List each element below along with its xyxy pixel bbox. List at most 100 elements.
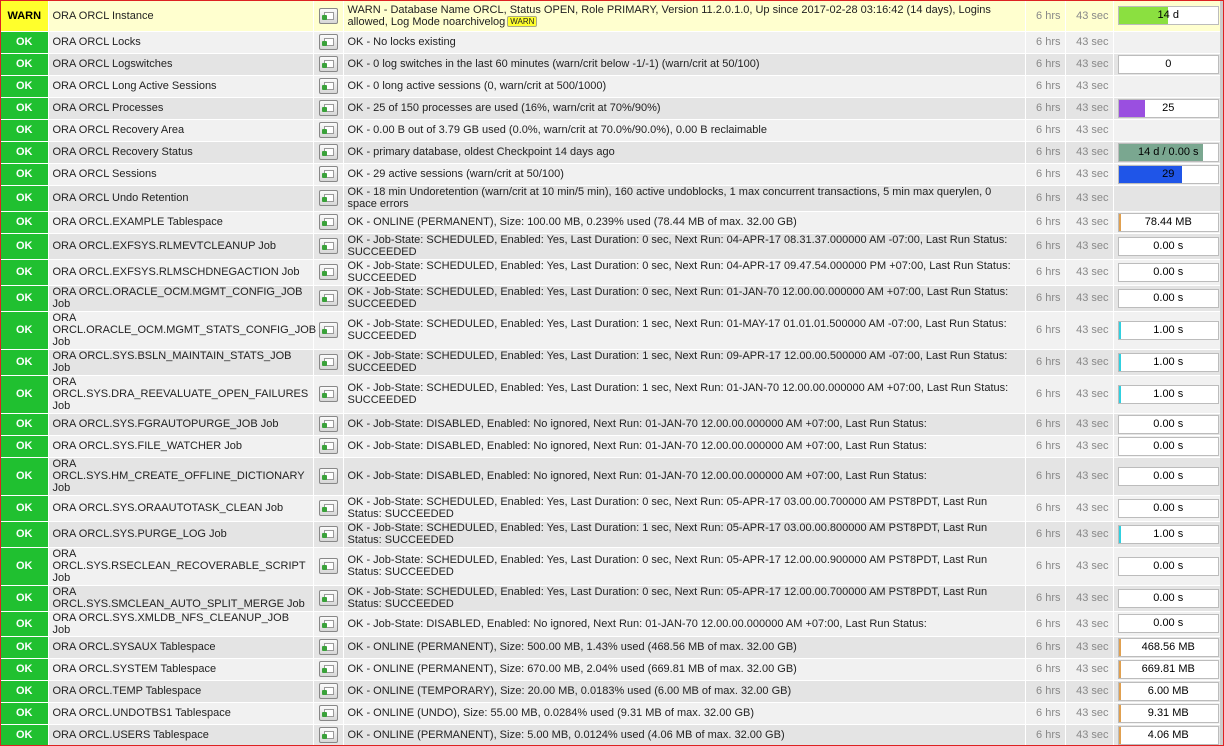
- perfometer[interactable]: 0.00 s: [1117, 498, 1219, 518]
- perfometer[interactable]: 0.00 s: [1117, 288, 1219, 308]
- perfometer-cell: 29: [1113, 163, 1223, 186]
- service-row: OK ORA ORCL Recovery Area OK - 0.00 B out …: [1, 119, 1223, 142]
- service-name-link[interactable]: ORA ORCL.EXAMPLE Tablespace: [48, 211, 314, 234]
- service-name-link[interactable]: ORA ORCL.SYS.PURGE_LOG Job: [48, 521, 314, 548]
- perfometer[interactable]: 29: [1117, 164, 1219, 184]
- perfometer[interactable]: 0.00 s: [1117, 556, 1219, 576]
- service-name-link[interactable]: ORA ORCL.EXFSYS.RLMSCHDNEGACTION Job: [48, 259, 314, 286]
- service-name-link[interactable]: ORA ORCL Logswitches: [48, 53, 314, 76]
- service-row: OK ORA ORCL.SYS.SMCLEAN_AUTO_SPLIT_MERGE …: [1, 585, 1223, 612]
- perfometer[interactable]: 0.00 s: [1117, 436, 1219, 456]
- graph-icon[interactable]: [318, 214, 338, 230]
- perfometer[interactable]: 0.00 s: [1117, 466, 1219, 486]
- graph-icon[interactable]: [318, 438, 338, 454]
- service-name-link[interactable]: ORA ORCL Instance: [48, 1, 314, 32]
- graph-icon[interactable]: [318, 7, 338, 24]
- service-name-link[interactable]: ORA ORCL.SYS.FILE_WATCHER Job: [48, 435, 314, 458]
- graph-icon[interactable]: [318, 190, 338, 206]
- graph-icon[interactable]: [318, 100, 338, 116]
- perfometer[interactable]: 0.00 s: [1117, 588, 1219, 608]
- perfometer[interactable]: 9.31 MB: [1117, 703, 1219, 723]
- service-name-link[interactable]: ORA ORCL Recovery Status: [48, 141, 314, 164]
- perfometer-cell: 468.56 MB: [1113, 636, 1223, 659]
- last-check-age: 43 sec: [1065, 259, 1114, 286]
- graph-icon[interactable]: [318, 166, 338, 182]
- service-name-link[interactable]: ORA ORCL.SYS.RSECLEAN_RECOVERABLE_SCRIPT…: [48, 547, 314, 586]
- service-name-link[interactable]: ORA ORCL.SYS.FGRAUTOPURGE_JOB Job: [48, 413, 314, 436]
- perfometer[interactable]: 0: [1117, 54, 1219, 74]
- graph-icon[interactable]: [318, 386, 338, 402]
- perfometer[interactable]: 669.81 MB: [1117, 659, 1219, 679]
- perfometer[interactable]: 14 d / 0.00 s: [1117, 142, 1219, 162]
- graph-icon[interactable]: [318, 78, 338, 94]
- perfometer[interactable]: 0.00 s: [1117, 614, 1219, 633]
- graph-icon[interactable]: [318, 468, 338, 484]
- last-check-age: 43 sec: [1065, 97, 1114, 120]
- service-name-link[interactable]: ORA ORCL Locks: [48, 31, 314, 54]
- service-name-link[interactable]: ORA ORCL.ORACLE_OCM.MGMT_STATS_CONFIG_JO…: [48, 311, 316, 350]
- service-name-link[interactable]: ORA ORCL.ORACLE_OCM.MGMT_CONFIG_JOB Job: [48, 285, 314, 312]
- graph-icon[interactable]: [318, 500, 338, 516]
- graph-icon[interactable]: [318, 56, 338, 72]
- perfometer[interactable]: 468.56 MB: [1117, 637, 1219, 657]
- service-name-link[interactable]: ORA ORCL Undo Retention: [48, 185, 314, 212]
- graph-icon[interactable]: [318, 639, 338, 655]
- warn-badge: WARN: [507, 16, 538, 28]
- graph-icon[interactable]: [318, 558, 338, 574]
- state-age: 6 hrs: [1025, 233, 1066, 260]
- perfometer[interactable]: 6.00 MB: [1117, 681, 1219, 701]
- graph-icon[interactable]: [318, 526, 338, 542]
- service-name-link[interactable]: ORA ORCL.USERS Tablespace: [48, 724, 314, 745]
- service-name-link[interactable]: ORA ORCL.SYS.HM_CREATE_OFFLINE_DICTIONAR…: [48, 457, 314, 496]
- graph-icon[interactable]: [318, 144, 338, 160]
- service-name-link[interactable]: ORA ORCL Long Active Sessions: [48, 75, 314, 98]
- graph-icon[interactable]: [318, 727, 338, 743]
- perfometer[interactable]: 1.00 s: [1117, 352, 1219, 372]
- state-age: 6 hrs: [1025, 724, 1066, 745]
- status-output: OK - Job-State: SCHEDULED, Enabled: Yes,…: [343, 311, 1026, 350]
- service-name-link[interactable]: ORA ORCL.UNDOTBS1 Tablespace: [48, 702, 314, 725]
- state-age: 6 hrs: [1025, 349, 1066, 376]
- graph-icon[interactable]: [318, 416, 338, 432]
- graph-icon[interactable]: [318, 290, 338, 306]
- perfometer[interactable]: 1.00 s: [1117, 320, 1219, 340]
- service-name-link[interactable]: ORA ORCL.TEMP Tablespace: [48, 680, 314, 703]
- service-name-link[interactable]: ORA ORCL Sessions: [48, 163, 314, 186]
- scrollbar[interactable]: [1220, 1, 1223, 745]
- status-output: OK - Job-State: SCHEDULED, Enabled: Yes,…: [343, 585, 1026, 612]
- service-name-link[interactable]: ORA ORCL.SYS.BSLN_MAINTAIN_STATS_JOB Job: [48, 349, 314, 376]
- service-name-link[interactable]: ORA ORCL.SYS.ORAAUTOTASK_CLEAN Job: [48, 495, 314, 522]
- graph-icon[interactable]: [318, 615, 338, 632]
- perfometer[interactable]: 14 d: [1117, 6, 1219, 26]
- perfometer[interactable]: 78.44 MB: [1117, 212, 1219, 232]
- graph-icon[interactable]: [318, 34, 338, 50]
- status-output: OK - Job-State: SCHEDULED, Enabled: Yes,…: [343, 495, 1026, 522]
- service-name-link[interactable]: ORA ORCL.SYS.DRA_REEVALUATE_OPEN_FAILURE…: [48, 375, 314, 414]
- perfometer[interactable]: 25: [1117, 98, 1219, 118]
- service-name-link[interactable]: ORA ORCL.SYS.SMCLEAN_AUTO_SPLIT_MERGE Jo…: [48, 585, 314, 612]
- graph-icon[interactable]: [318, 683, 338, 699]
- service-name-link[interactable]: ORA ORCL.SYS.XMLDB_NFS_CLEANUP_JOB Job: [48, 611, 314, 637]
- perfometer[interactable]: 1.00 s: [1117, 384, 1219, 404]
- graph-icon[interactable]: [318, 264, 338, 280]
- graph-icon[interactable]: [318, 122, 338, 138]
- perfometer[interactable]: 4.06 MB: [1117, 725, 1219, 745]
- status-output: OK - ONLINE (UNDO), Size: 55.00 MB, 0.02…: [343, 702, 1026, 725]
- graph-icon[interactable]: [318, 354, 338, 370]
- graph-icon[interactable]: [318, 661, 338, 677]
- service-name-link[interactable]: ORA ORCL Processes: [48, 97, 314, 120]
- state-badge: OK: [1, 702, 49, 725]
- icon-cell: [313, 311, 344, 350]
- graph-icon[interactable]: [318, 590, 338, 606]
- perfometer[interactable]: 1.00 s: [1117, 524, 1219, 544]
- perfometer[interactable]: 0.00 s: [1117, 414, 1219, 434]
- graph-icon[interactable]: [318, 705, 338, 721]
- perfometer[interactable]: 0.00 s: [1117, 262, 1219, 282]
- service-name-link[interactable]: ORA ORCL.SYSAUX Tablespace: [48, 636, 314, 659]
- perfometer[interactable]: 0.00 s: [1117, 236, 1219, 256]
- service-name-link[interactable]: ORA ORCL Recovery Area: [48, 119, 314, 142]
- graph-icon[interactable]: [318, 238, 338, 254]
- graph-icon[interactable]: [318, 322, 338, 338]
- service-name-link[interactable]: ORA ORCL.EXFSYS.RLMEVTCLEANUP Job: [48, 233, 314, 260]
- service-name-link[interactable]: ORA ORCL.SYSTEM Tablespace: [48, 658, 314, 681]
